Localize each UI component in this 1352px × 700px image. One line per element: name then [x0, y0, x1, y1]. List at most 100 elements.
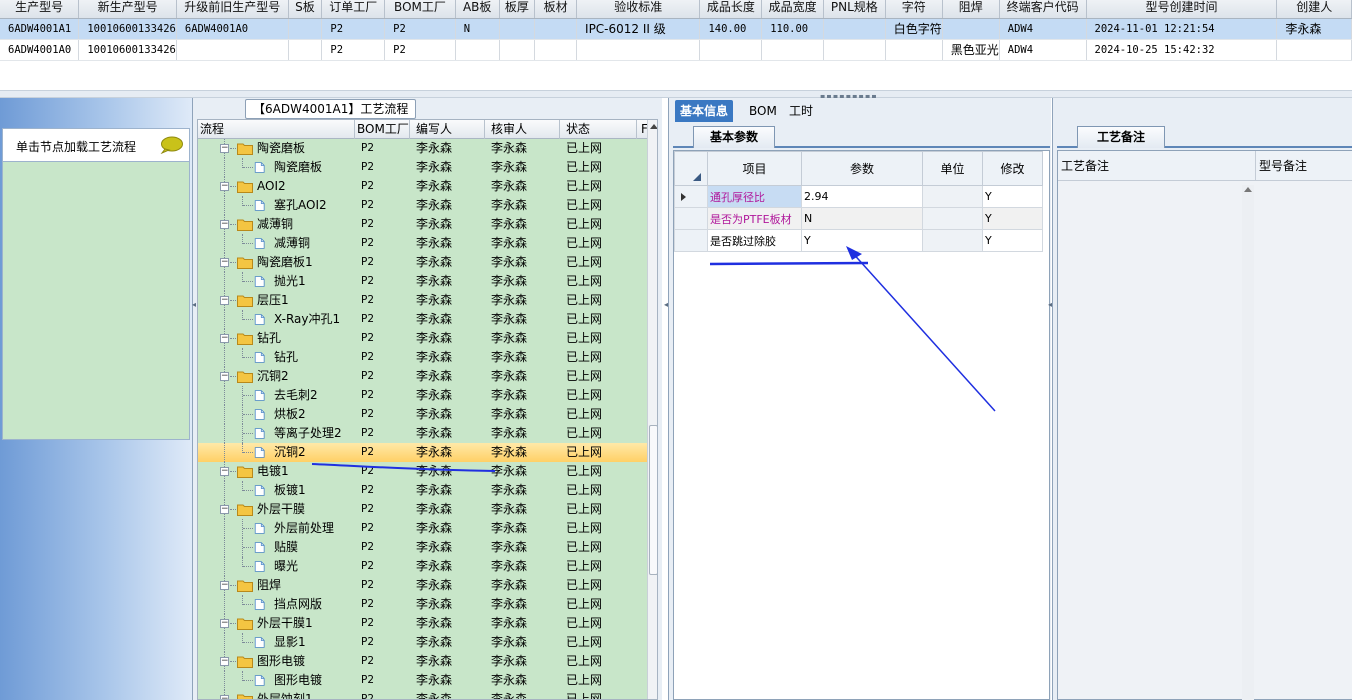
tree-vertical-scrollbar[interactable]	[647, 120, 657, 699]
tree-folder-node[interactable]: − 外层蚀刻1 P2 李永森 李永森 已上网	[198, 690, 647, 699]
param-col-unit[interactable]: 单位	[922, 151, 983, 186]
tree-leaf-node[interactable]: 挡点网版 P2 李永森 李永森 已上网	[198, 595, 647, 614]
tab-basic-info[interactable]: 基本信息	[675, 100, 734, 122]
tab-bom[interactable]: BOM	[744, 100, 782, 122]
tab-basic-params[interactable]: 基本参数	[693, 126, 775, 148]
tree-leaf-node[interactable]: 减薄铜 P2 李永森 李永森 已上网	[198, 234, 647, 253]
collapse-icon[interactable]: −	[220, 619, 229, 628]
tree-folder-node[interactable]: − 层压1 P2 李永森 李永森 已上网	[198, 291, 647, 310]
tree-leaf-node[interactable]: 塞孔AOI2 P2 李永森 李永森 已上网	[198, 196, 647, 215]
collapse-icon[interactable]: −	[220, 182, 229, 191]
grid-col-header[interactable]: 板材	[534, 0, 578, 19]
scrollbar-thumb[interactable]	[649, 425, 657, 575]
tree-folder-node[interactable]: − 陶瓷磨板 P2 李永森 李永森 已上网	[198, 139, 647, 158]
grid-col-header[interactable]: S板	[288, 0, 323, 19]
collapse-icon[interactable]: −	[220, 657, 229, 666]
grid-col-header[interactable]: 板厚	[499, 0, 536, 19]
tree-leaf-node[interactable]: X-Ray冲孔1 P2 李永森 李永森 已上网	[198, 310, 647, 329]
grid-col-header[interactable]: 阻焊	[942, 0, 1000, 19]
tab-process-remarks[interactable]: 工艺备注	[1077, 126, 1165, 148]
tree-folder-node[interactable]: − 减薄铜 P2 李永森 李永森 已上网	[198, 215, 647, 234]
scroll-up-icon[interactable]	[1244, 187, 1252, 192]
grid-col-header[interactable]: AB板	[455, 0, 500, 19]
tree-folder-node[interactable]: − 陶瓷磨板1 P2 李永森 李永森 已上网	[198, 253, 647, 272]
param-value[interactable]: N	[801, 207, 923, 230]
tree-leaf-node[interactable]: 钻孔 P2 李永森 李永森 已上网	[198, 348, 647, 367]
grid-col-header[interactable]: 新生产型号	[78, 0, 177, 19]
collapse-icon[interactable]: −	[220, 695, 229, 699]
grid-col-header[interactable]: 验收标准	[576, 0, 701, 19]
col-header-status[interactable]: 状态	[560, 120, 637, 139]
col-header-factory[interactable]: BOM工厂	[355, 120, 410, 139]
grid-col-header[interactable]: 终端客户代码	[999, 0, 1087, 19]
tree-leaf-node[interactable]: 陶瓷磨板 P2 李永森 李永森 已上网	[198, 158, 647, 177]
param-modify[interactable]: Y	[982, 185, 1043, 208]
tree-leaf-node[interactable]: 外层前处理 P2 李永森 李永森 已上网	[198, 519, 647, 538]
grid-col-header[interactable]: 订单工厂	[321, 0, 386, 19]
splitter-grip[interactable]: ◂	[192, 300, 196, 380]
grid-col-header[interactable]: 字符	[885, 0, 943, 19]
scroll-up-icon[interactable]	[650, 124, 657, 129]
tree-leaf-node[interactable]: 板镀1 P2 李永森 李永森 已上网	[198, 481, 647, 500]
tree-leaf-node[interactable]: 等离子处理2 P2 李永森 李永森 已上网	[198, 424, 647, 443]
tree-folder-node[interactable]: − 电镀1 P2 李永森 李永森 已上网	[198, 462, 647, 481]
collapse-icon[interactable]: −	[220, 372, 229, 381]
grid-col-header[interactable]: 成品长度	[699, 0, 763, 19]
tree-folder-node[interactable]: − 外层干膜 P2 李永森 李永森 已上网	[198, 500, 647, 519]
collapse-icon[interactable]: −	[220, 258, 229, 267]
col-header-reviewer[interactable]: 核审人	[485, 120, 560, 139]
grid-col-header[interactable]: 升级前旧生产型号	[176, 0, 289, 19]
grid-col-header[interactable]: 创建人	[1276, 0, 1352, 19]
tree-leaf-node[interactable]: 去毛刺2 P2 李永森 李永森 已上网	[198, 386, 647, 405]
collapse-icon[interactable]: −	[220, 144, 229, 153]
tree-leaf-node[interactable]: 抛光1 P2 李永森 李永森 已上网	[198, 272, 647, 291]
tree-leaf-node[interactable]: 显影1 P2 李永森 李永森 已上网	[198, 633, 647, 652]
load-flow-hint[interactable]: 单击节点加载工艺流程	[2, 128, 190, 162]
grid-col-header[interactable]: BOM工厂	[384, 0, 456, 19]
param-row[interactable]: 是否跳过除胶 Y Y	[674, 229, 1043, 252]
param-value[interactable]: Y	[801, 229, 923, 252]
grid-col-header[interactable]: PNL规格	[823, 0, 886, 19]
folder-icon	[237, 219, 253, 231]
collapse-icon[interactable]: −	[220, 220, 229, 229]
param-modify[interactable]: Y	[982, 229, 1043, 252]
tree-leaf-node[interactable]: 沉铜2 P2 李永森 李永森 已上网	[198, 443, 647, 462]
splitter-grip[interactable]: ◂	[664, 300, 668, 380]
grid-col-header[interactable]: 生产型号	[0, 0, 80, 19]
collapse-icon[interactable]: −	[220, 467, 229, 476]
col-header-flow[interactable]: 流程	[198, 120, 355, 139]
tree-folder-node[interactable]: − AOI2 P2 李永森 李永森 已上网	[198, 177, 647, 196]
grid-col-header[interactable]: 成品宽度	[761, 0, 824, 19]
grid-row[interactable]: 6ADW4001A0 10010600133426 P2 P2 黑色亚光 ADW4 2024…	[0, 39, 1352, 61]
param-col-modify[interactable]: 修改	[982, 151, 1043, 186]
param-col-item[interactable]: 项目	[707, 151, 802, 186]
grid-corner[interactable]	[674, 151, 708, 186]
tree-leaf-node[interactable]: 曝光 P2 李永森 李永森 已上网	[198, 557, 647, 576]
tab-work-hours[interactable]: 工时	[784, 100, 818, 122]
collapse-icon[interactable]: −	[220, 581, 229, 590]
tree-folder-node[interactable]: − 外层干膜1 P2 李永森 李永森 已上网	[198, 614, 647, 633]
collapse-icon[interactable]: −	[220, 296, 229, 305]
param-modify[interactable]: Y	[982, 207, 1043, 230]
collapse-icon[interactable]: −	[220, 505, 229, 514]
param-row[interactable]: 通孔厚径比 2.94 Y	[674, 185, 1043, 208]
horizontal-splitter[interactable]: ▪▪▪▪▪▪▪▪▪	[0, 90, 1352, 101]
splitter-grip[interactable]: ◂	[1048, 300, 1052, 380]
remarks-scrollbar[interactable]	[1242, 185, 1254, 700]
col-header-model-remark[interactable]: 型号备注	[1256, 151, 1352, 181]
param-row[interactable]: 是否为PTFE板材 N Y	[674, 207, 1043, 230]
tree-leaf-node[interactable]: 烘板2 P2 李永森 李永森 已上网	[198, 405, 647, 424]
grid-row[interactable]: 6ADW4001A1 10010600133426 6ADW4001A0 P2 P2 N I…	[0, 18, 1352, 40]
col-header-writer[interactable]: 编写人	[410, 120, 485, 139]
tree-folder-node[interactable]: − 钻孔 P2 李永森 李永森 已上网	[198, 329, 647, 348]
tree-folder-node[interactable]: − 图形电镀 P2 李永森 李永森 已上网	[198, 652, 647, 671]
grid-col-header[interactable]: 型号创建时间	[1086, 0, 1278, 19]
collapse-icon[interactable]: −	[220, 334, 229, 343]
tree-folder-node[interactable]: − 沉铜2 P2 李永森 李永森 已上网	[198, 367, 647, 386]
col-header-process-remark[interactable]: 工艺备注	[1058, 151, 1256, 181]
param-value[interactable]: 2.94	[801, 185, 923, 208]
tree-folder-node[interactable]: − 阻焊 P2 李永森 李永森 已上网	[198, 576, 647, 595]
tree-leaf-node[interactable]: 贴膜 P2 李永森 李永森 已上网	[198, 538, 647, 557]
tree-leaf-node[interactable]: 图形电镀 P2 李永森 李永森 已上网	[198, 671, 647, 690]
param-col-value[interactable]: 参数	[801, 151, 923, 186]
